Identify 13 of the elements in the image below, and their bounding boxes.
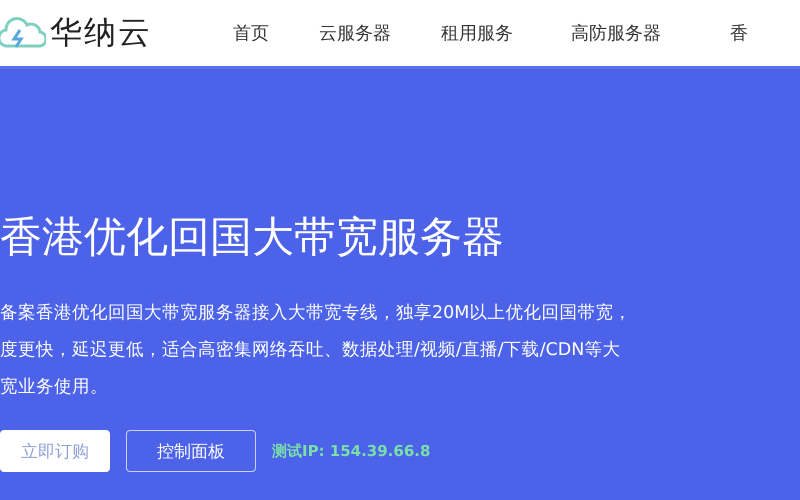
cloud-logo-icon	[0, 16, 46, 50]
test-ip: 测试IP: 154.39.66.8	[272, 442, 430, 460]
nav-link[interactable]: 租用服务	[441, 21, 513, 45]
hero-title: 香港优化回国大带宽服务器	[0, 211, 505, 263]
brand-name: 华纳云	[50, 12, 152, 53]
hero-description: 度更快，延迟更低，适合高密集网络吞吐、数据处理/视频/直播/下载/CDN等大	[0, 339, 622, 362]
nav-link[interactable]: 首页	[233, 21, 269, 45]
nav-link[interactable]: 云服务器	[319, 21, 391, 45]
nav-link[interactable]: 高防服务器	[571, 21, 661, 45]
control-panel-button[interactable]: 控制面板	[126, 430, 256, 472]
hero-description: 宽业务使用。	[0, 376, 109, 399]
nav-link[interactable]: 香	[730, 21, 748, 45]
hero-description: 备案香港优化回国大带宽服务器接入大带宽专线，独享20M以上优化回国带宽，	[0, 302, 632, 325]
